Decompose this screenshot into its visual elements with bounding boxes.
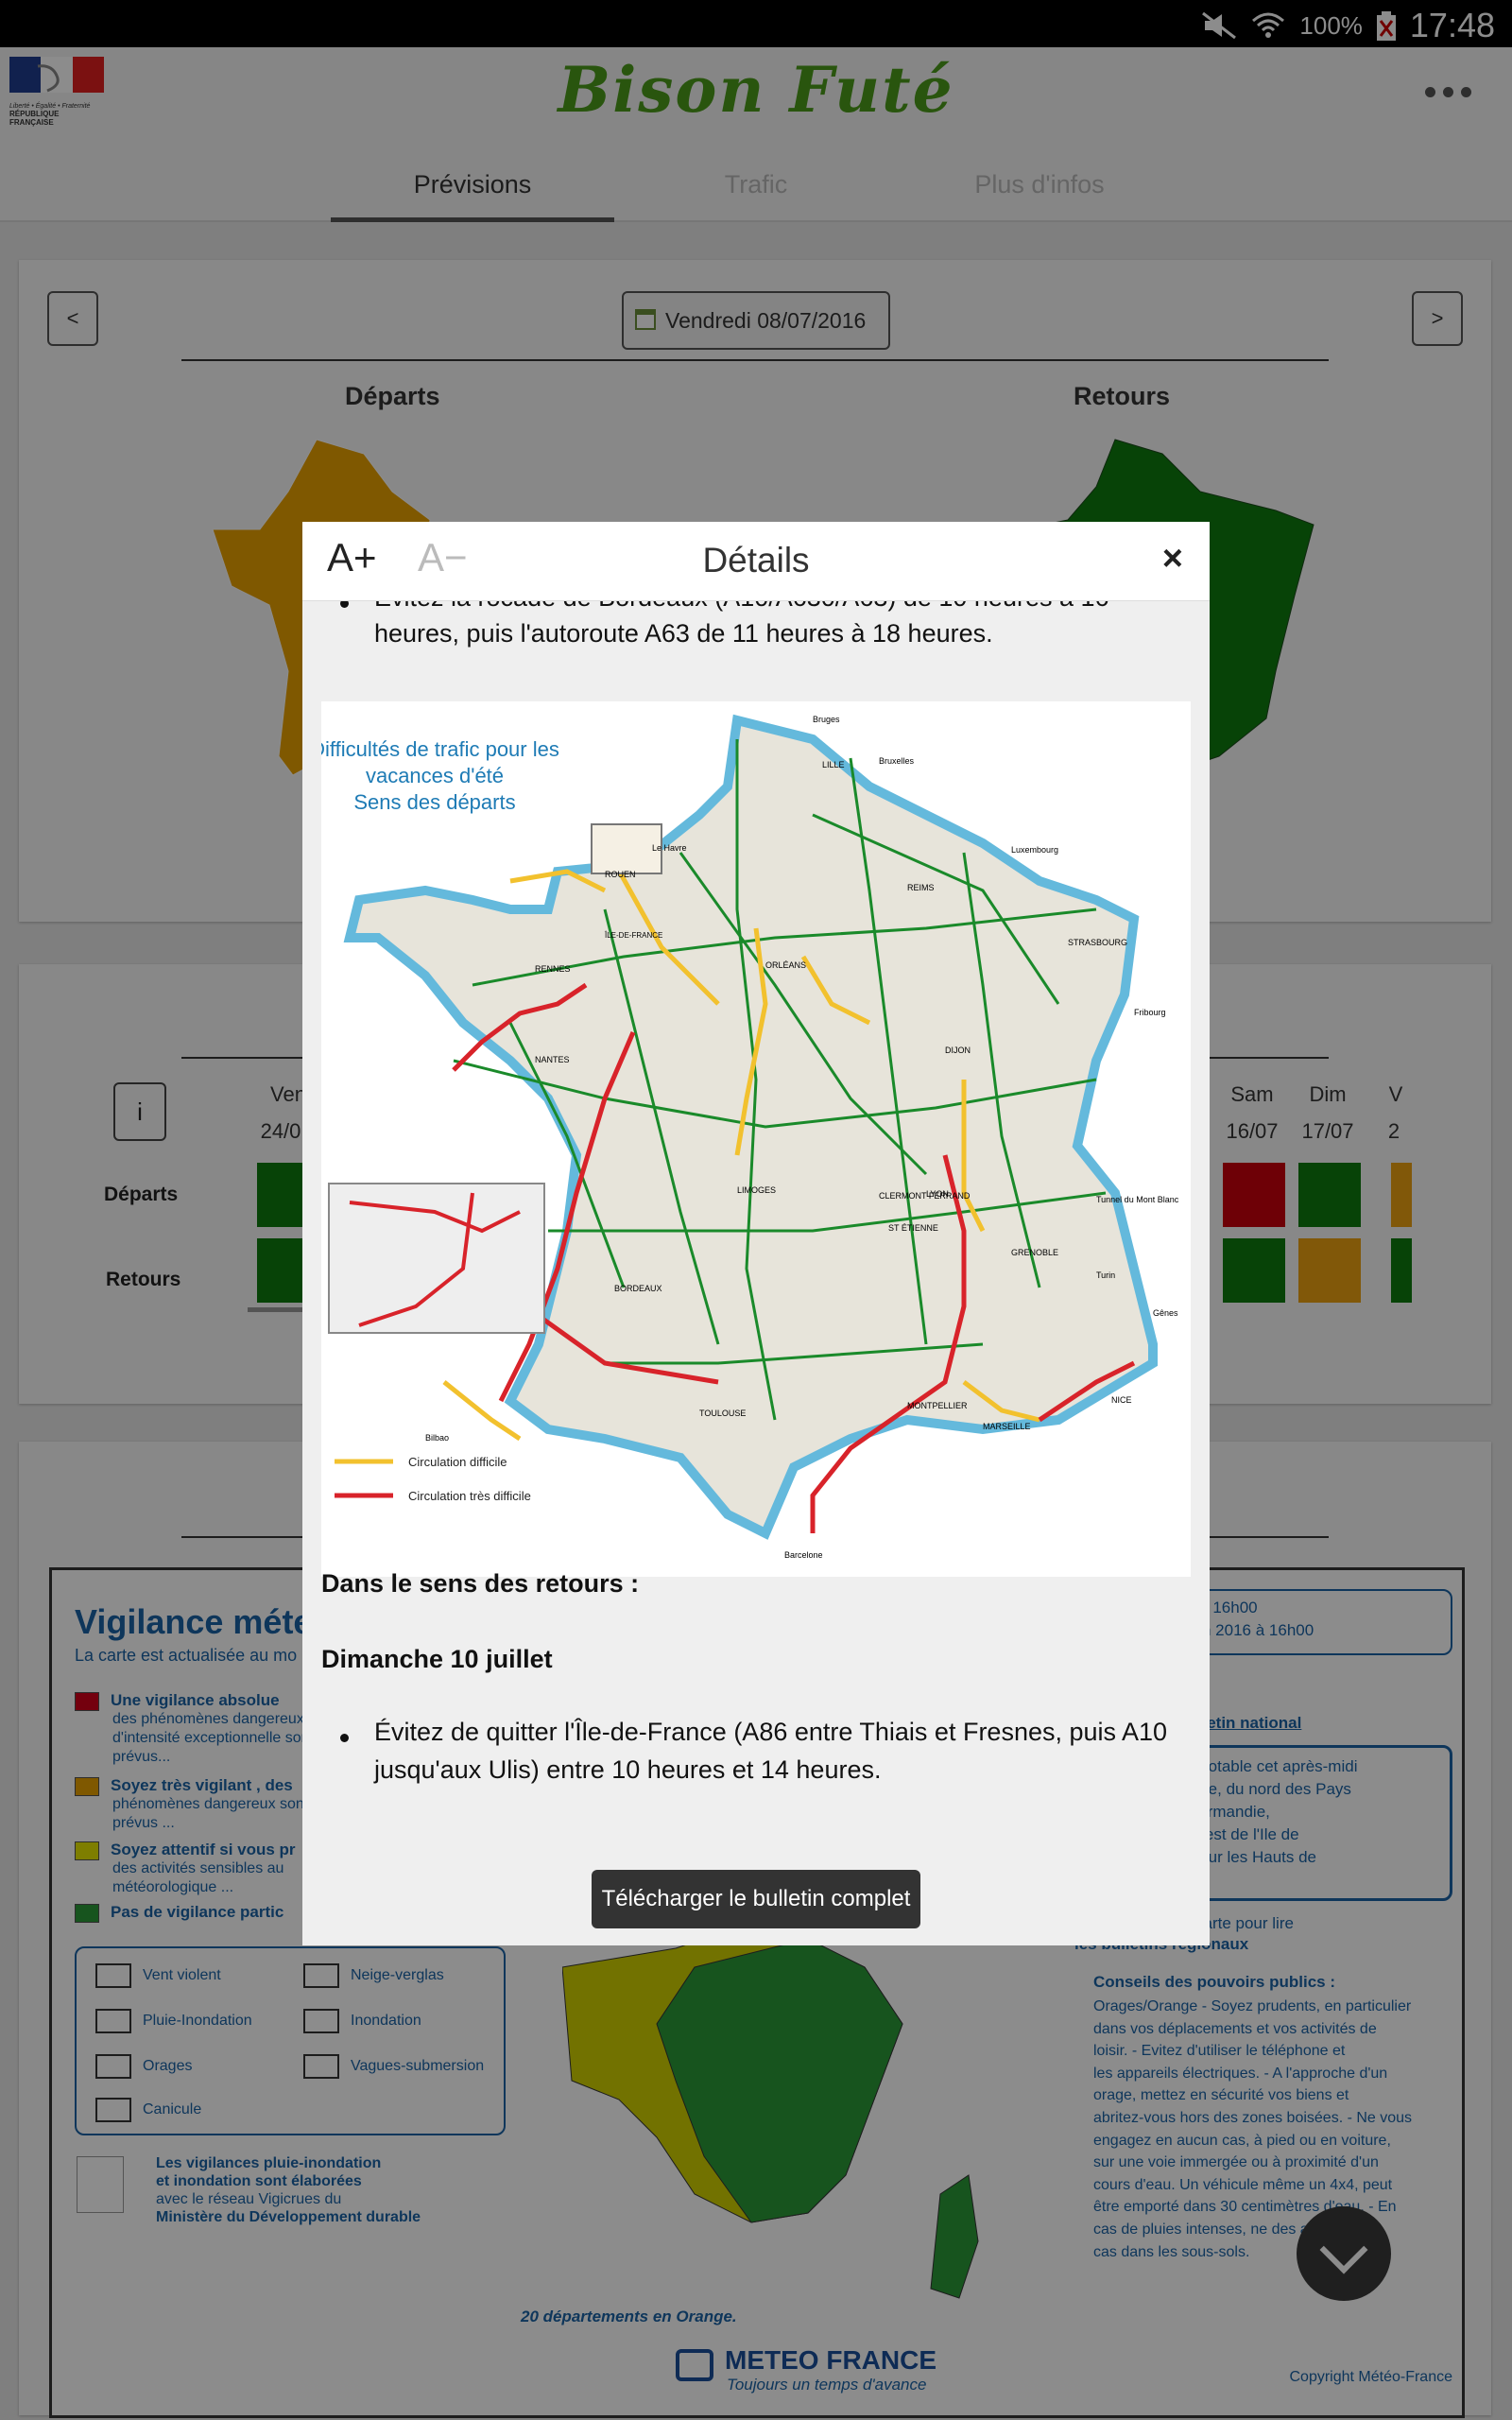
svg-text:Bruges: Bruges (813, 715, 840, 724)
legend-difficult: Circulation difficile (408, 1455, 507, 1469)
dialog-header: A+ A− Détails × (302, 522, 1210, 601)
svg-text:LYON: LYON (926, 1189, 949, 1199)
map-title-line2: vacances d'été (366, 764, 504, 787)
svg-text:Turin: Turin (1096, 1270, 1115, 1280)
date-heading: Dimanche 10 juillet (321, 1645, 553, 1673)
svg-text:Luxembourg: Luxembourg (1011, 845, 1058, 855)
svg-text:ORLÉANS: ORLÉANS (765, 960, 806, 970)
svg-text:Fribourg: Fribourg (1134, 1008, 1166, 1017)
bullet (340, 1734, 349, 1742)
svg-text:ÎLE-DE-FRANCE: ÎLE-DE-FRANCE (604, 931, 662, 940)
svg-text:GRENOBLE: GRENOBLE (1011, 1248, 1058, 1257)
svg-text:Le Havre: Le Havre (652, 843, 687, 853)
detail-line: heures, puis l'autoroute A63 de 11 heure… (374, 619, 993, 648)
map-title-line3: Sens des départs (353, 790, 515, 814)
svg-text:Barcelone: Barcelone (784, 1550, 823, 1560)
svg-text:BORDEAUX: BORDEAUX (614, 1284, 662, 1293)
svg-text:LILLE: LILLE (822, 760, 845, 769)
svg-text:TOULOUSE: TOULOUSE (699, 1409, 746, 1418)
legend-very-difficult: Circulation très difficile (408, 1489, 531, 1503)
france-outline (343, 714, 1158, 1540)
return-advice-line1: Évitez de quitter l'Île-de-France (A86 e… (374, 1718, 1168, 1746)
details-dialog: A+ A− Détails × Évitez la rocade de Bord… (302, 522, 1210, 1945)
svg-text:CLERMONT FERRAND: CLERMONT FERRAND (879, 1191, 971, 1201)
traffic-difficulty-map[interactable]: Difficultés de trafic pour les vacances … (310, 701, 1191, 1577)
svg-text:ROUEN: ROUEN (605, 870, 636, 879)
map-title-line1: Difficultés de trafic pour les (321, 737, 559, 761)
svg-text:Tunnel du Mont Blanc: Tunnel du Mont Blanc (1096, 1195, 1179, 1204)
ile-de-france-box (591, 823, 662, 874)
svg-text:STRASBOURG: STRASBOURG (1068, 938, 1127, 947)
close-icon[interactable]: × (1162, 539, 1183, 579)
svg-text:Bilbao: Bilbao (425, 1433, 449, 1443)
svg-text:DIJON: DIJON (945, 1046, 971, 1055)
bullet (340, 601, 349, 608)
svg-text:NICE: NICE (1111, 1395, 1132, 1405)
returns-heading: Dans le sens des retours : (321, 1569, 640, 1598)
return-advice-line2: jusqu'aux Ulis) entre 10 heures et 14 he… (374, 1755, 882, 1784)
svg-text:Bruxelles: Bruxelles (879, 756, 915, 766)
svg-text:RENNES: RENNES (535, 964, 571, 974)
download-bulletin-button[interactable]: Télécharger le bulletin complet (592, 1870, 920, 1928)
svg-text:MARSEILLE: MARSEILLE (983, 1422, 1031, 1431)
svg-text:MONTPELLIER: MONTPELLIER (907, 1401, 968, 1410)
svg-text:NANTES: NANTES (535, 1055, 570, 1064)
svg-text:LIMOGES: LIMOGES (737, 1185, 776, 1195)
dialog-title: Détails (702, 541, 810, 579)
svg-text:ST ÉTIENNE: ST ÉTIENNE (888, 1223, 938, 1233)
svg-text:REIMS: REIMS (907, 883, 935, 892)
svg-text:Gênes: Gênes (1153, 1308, 1178, 1318)
dialog-body[interactable]: Évitez la rocade de Bordeaux (A10/A630/A… (302, 601, 1210, 1945)
paris-inset-map (328, 1183, 545, 1334)
